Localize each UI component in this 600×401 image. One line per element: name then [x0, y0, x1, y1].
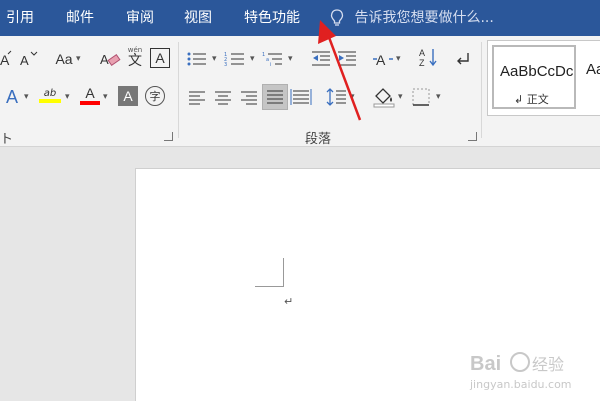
shading-dropdown-icon[interactable]: ▾	[398, 92, 403, 102]
highlight-dropdown-icon[interactable]: ▾	[65, 92, 70, 102]
borders-dropdown-icon[interactable]: ▾	[436, 92, 441, 102]
justify-button[interactable]	[262, 84, 288, 110]
tell-me-search[interactable]: 告诉我您想要做什么...	[330, 0, 494, 36]
highlight-label: ab	[43, 87, 57, 99]
tab-references[interactable]: 引用	[6, 0, 34, 36]
chinese-layout-button[interactable]: A	[372, 48, 394, 70]
change-case-dropdown-icon[interactable]: ▾	[76, 54, 81, 64]
distributed-icon	[290, 89, 312, 105]
svg-text:A: A	[376, 52, 386, 68]
text-highlight-button[interactable]: ab	[38, 84, 62, 106]
font-color-label: A	[85, 85, 95, 101]
tab-review[interactable]: 审阅	[126, 0, 154, 36]
paint-bucket-icon	[373, 88, 395, 108]
svg-text:a: a	[266, 57, 269, 63]
svg-text:1: 1	[262, 52, 265, 58]
paragraph-mark-icon	[457, 53, 469, 65]
paragraph-dialog-launcher-icon[interactable]	[468, 132, 477, 141]
enclose-characters-button[interactable]: 字	[145, 86, 165, 106]
numbering-button[interactable]: 123	[224, 48, 246, 70]
svg-text:i: i	[270, 62, 271, 68]
text-effects-dropdown-icon[interactable]: ▾	[24, 92, 29, 102]
group-divider	[178, 42, 179, 138]
paragraph-mark: ↵	[284, 295, 294, 308]
align-center-icon	[215, 91, 231, 105]
character-border-button[interactable]: A	[150, 48, 170, 68]
svg-text:Z: Z	[419, 58, 425, 68]
line-spacing-dropdown-icon[interactable]: ▾	[350, 92, 355, 102]
bullets-button[interactable]	[186, 48, 208, 70]
ribbon-home: A A Aa ▾ A wén 文 A A ▾ ab ▾ A ▾ A 字 ト ▾ …	[0, 36, 600, 147]
eraser-icon: A	[100, 52, 121, 67]
multilevel-list-button[interactable]: 1ai	[262, 48, 284, 70]
phonetic-guide-char: 文	[128, 52, 142, 69]
sort-az-icon: AZ	[419, 48, 437, 68]
clear-formatting-button[interactable]: A	[100, 48, 122, 70]
phonetic-guide-button[interactable]: wén 文	[124, 46, 146, 68]
align-right-icon	[241, 91, 257, 105]
borders-icon	[412, 88, 430, 106]
lightbulb-icon	[330, 9, 344, 26]
svg-text:A: A	[20, 53, 29, 68]
paragraph-group-label: 段落	[305, 132, 332, 147]
chinese-layout-icon: A	[373, 52, 393, 68]
chinese-layout-dropdown-icon[interactable]: ▾	[396, 54, 401, 64]
show-hide-marks-button[interactable]	[452, 48, 474, 70]
decrease-indent-button[interactable]	[310, 48, 332, 70]
svg-text:A: A	[419, 48, 425, 58]
distributed-button[interactable]	[290, 86, 312, 108]
ribbon-tab-bar: 引用 邮件 审阅 视图 特色功能 告诉我您想要做什么...	[0, 0, 600, 36]
align-left-icon	[189, 91, 205, 105]
multilevel-dropdown-icon[interactable]: ▾	[288, 54, 293, 64]
font-group-label: ト	[0, 132, 14, 147]
font-color-dropdown-icon[interactable]: ▾	[103, 92, 108, 102]
style-next[interactable]: AaB	[582, 45, 600, 109]
grow-font-button[interactable]: A	[0, 48, 12, 70]
line-spacing-icon	[326, 88, 346, 106]
svg-text:经验: 经验	[532, 355, 564, 374]
numbering-dropdown-icon[interactable]: ▾	[250, 54, 255, 64]
font-dialog-launcher-icon[interactable]	[164, 132, 173, 141]
grow-font-icon: A	[0, 50, 12, 68]
tab-view[interactable]: 视图	[184, 0, 212, 36]
line-spacing-button[interactable]	[326, 86, 348, 108]
style-normal-label: ↲ 正文	[514, 93, 549, 106]
align-right-button[interactable]	[238, 86, 260, 108]
svg-text:3: 3	[224, 62, 227, 68]
text-effects-button[interactable]: A	[2, 86, 22, 108]
numbered-list-icon: 123	[224, 52, 244, 68]
align-left-button[interactable]	[186, 86, 208, 108]
decrease-indent-icon	[312, 51, 330, 66]
highlight-color-bar	[39, 98, 61, 103]
style-next-preview: AaB	[586, 61, 600, 78]
group-divider	[481, 42, 482, 138]
bullet-list-icon	[187, 52, 206, 66]
shrink-font-icon: A	[20, 51, 38, 68]
style-normal[interactable]: AaBbCcDc ↲ 正文	[492, 45, 576, 109]
margin-corner-mark	[255, 258, 284, 287]
tab-special-features[interactable]: 特色功能	[244, 0, 300, 36]
bullets-dropdown-icon[interactable]: ▾	[212, 54, 217, 64]
shrink-font-button[interactable]: A	[18, 48, 38, 70]
shading-button[interactable]	[372, 86, 396, 108]
increase-indent-button[interactable]	[336, 48, 358, 70]
svg-text:A: A	[0, 52, 10, 68]
watermark-url: jingyan.baidu.com	[470, 378, 572, 391]
tell-me-placeholder: 告诉我您想要做什么...	[354, 10, 494, 26]
justify-icon	[267, 90, 283, 104]
character-shading-button[interactable]: A	[118, 86, 138, 106]
change-case-button[interactable]: Aa	[52, 48, 76, 70]
svg-text:Bai: Bai	[470, 353, 501, 375]
multilevel-list-icon: 1ai	[262, 52, 282, 68]
font-color-bar	[80, 101, 100, 105]
tab-mailings[interactable]: 邮件	[66, 0, 94, 36]
align-center-button[interactable]	[212, 86, 234, 108]
svg-text:A: A	[100, 52, 109, 67]
sort-button[interactable]: AZ	[418, 46, 440, 68]
increase-indent-icon	[338, 51, 356, 66]
styles-gallery: AaBbCcDc ↲ 正文 AaB	[487, 40, 600, 116]
borders-button[interactable]	[410, 86, 432, 108]
font-color-button[interactable]: A	[80, 84, 100, 106]
style-normal-preview: AaBbCcDc	[500, 63, 574, 80]
